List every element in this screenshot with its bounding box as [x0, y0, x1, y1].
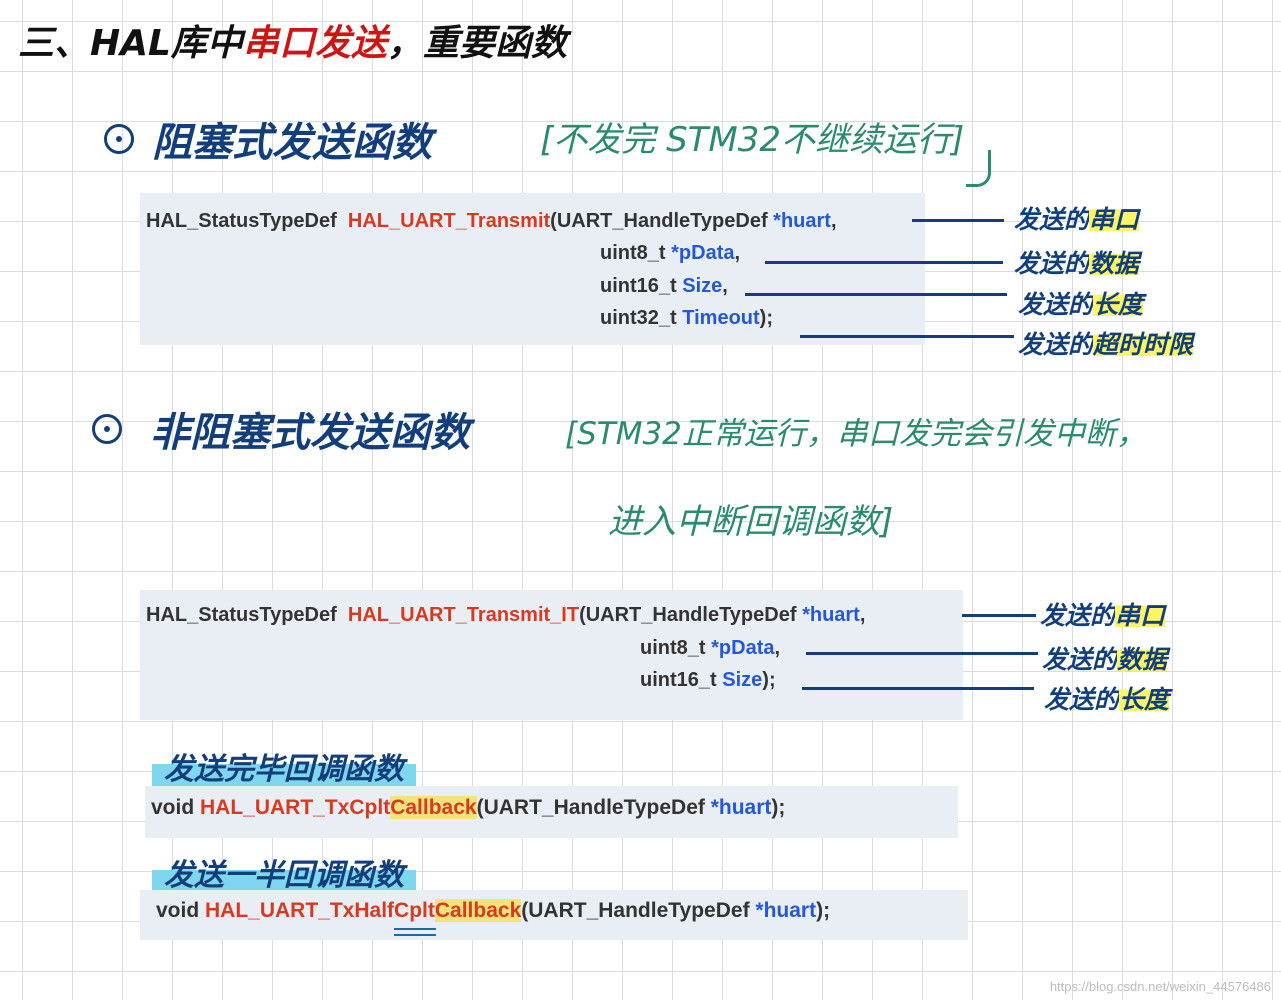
param-type: (UART_HandleTypeDef: [550, 210, 774, 232]
code-line-2: uint8_t *pData,: [640, 637, 781, 659]
void-keyword: void: [151, 796, 201, 819]
annotation: 发送的串口: [1040, 601, 1166, 630]
section2-note-line2: 进入中断回调函数]: [608, 502, 894, 542]
transmit-it-code-block: HAL_StatusTypeDef HAL_UART_Transmit_IT(U…: [140, 590, 963, 720]
leader-line: [765, 261, 1003, 264]
annotation: 发送的串口: [1014, 205, 1140, 234]
code-line-4: uint32_t Timeout);: [600, 307, 773, 329]
bullet-icon: [104, 124, 134, 154]
return-type: HAL_StatusTypeDef: [146, 210, 337, 232]
function-name: HAL_UART_Tx: [205, 899, 355, 922]
callback-label: 发送完毕回调函数: [152, 744, 416, 788]
param-name: *huart: [802, 604, 860, 626]
title-prefix: 三、HAL库中: [18, 23, 243, 64]
return-type: HAL_StatusTypeDef: [146, 604, 337, 626]
param-name: Timeout: [682, 307, 760, 329]
tx-half-cplt-callback-code: void HAL_UART_TxHalfCpltCallback(UART_Ha…: [140, 890, 968, 940]
note-hook-mark: [966, 150, 991, 187]
param-type: (UART_HandleTypeDef: [521, 899, 756, 922]
half-underline-mark: [394, 934, 436, 936]
transmit-code-block: HAL_StatusTypeDef HAL_UART_Transmit(UART…: [140, 193, 925, 345]
param-name: *pData: [711, 637, 775, 659]
code-line-3: uint16_t Size);: [640, 669, 776, 691]
leader-line: [806, 652, 1038, 655]
section1-note: [不发完 STM32不继续运行]: [540, 120, 965, 160]
leader-line: [962, 614, 1036, 617]
title-highlight: 串口发送: [242, 23, 387, 64]
param-name: *huart: [773, 210, 831, 232]
void-keyword: void: [156, 899, 206, 922]
leader-line: [745, 293, 1007, 296]
title-suffix: ，重要函数: [386, 23, 567, 64]
code-line-1: HAL_StatusTypeDef HAL_UART_Transmit(UART…: [146, 210, 837, 232]
function-name: HAL_UART_Transmit_IT: [347, 604, 580, 626]
code-line: void HAL_UART_TxHalfCpltCallback(UART_Ha…: [156, 899, 831, 922]
leader-line: [912, 219, 1004, 222]
section2-heading: 非阻塞式发送函数: [150, 410, 470, 456]
function-name: HAL_UART_Transmit: [347, 210, 551, 232]
param-name: *huart: [710, 796, 772, 819]
bullet-icon: [92, 414, 122, 444]
param-name: *huart: [755, 899, 817, 922]
function-name-half: HalfCplt: [354, 899, 435, 922]
annotation: 发送的长度: [1018, 290, 1144, 319]
code-line-2: uint8_t *pData,: [600, 242, 741, 264]
page-title: 三、HAL库中串口发送，重要函数: [18, 14, 567, 66]
section1-heading: 阻塞式发送函数: [152, 120, 432, 166]
callback-label: 发送一半回调函数: [152, 850, 416, 894]
function-name-highlight: Callback: [390, 796, 477, 819]
code-line-1: HAL_StatusTypeDef HAL_UART_Transmit_IT(U…: [146, 604, 866, 626]
annotation: 发送的超时时限: [1018, 330, 1194, 359]
param-type: uint16_t: [640, 669, 723, 691]
function-name: HAL_UART_TxCplt: [200, 796, 391, 819]
code-line-3: uint16_t Size,: [600, 275, 728, 297]
function-name-highlight: Callback: [434, 899, 522, 922]
param-type: uint16_t: [600, 275, 683, 297]
watermark: https://blog.csdn.net/weixin_44576486: [1049, 979, 1271, 994]
annotation: 发送的数据: [1042, 645, 1168, 674]
section2-note-line1: [STM32正常运行，串口发完会引发中断，: [565, 416, 1147, 452]
param-name: Size: [682, 275, 723, 297]
half-underline-mark: [394, 928, 436, 930]
param-name: Size: [722, 669, 763, 691]
leader-line: [802, 687, 1034, 690]
annotation: 发送的数据: [1014, 249, 1140, 278]
param-name: *pData: [671, 242, 735, 264]
param-type: uint8_t: [600, 242, 672, 264]
param-type: (UART_HandleTypeDef: [476, 796, 711, 819]
tx-cplt-callback-code: void HAL_UART_TxCpltCallback(UART_Handle…: [145, 786, 958, 838]
param-type: uint8_t: [640, 637, 712, 659]
annotation: 发送的长度: [1044, 685, 1170, 714]
leader-line: [800, 335, 1014, 338]
param-type: uint32_t: [600, 307, 683, 329]
code-line: void HAL_UART_TxCpltCallback(UART_Handle…: [151, 796, 786, 819]
param-type: (UART_HandleTypeDef: [579, 604, 803, 626]
